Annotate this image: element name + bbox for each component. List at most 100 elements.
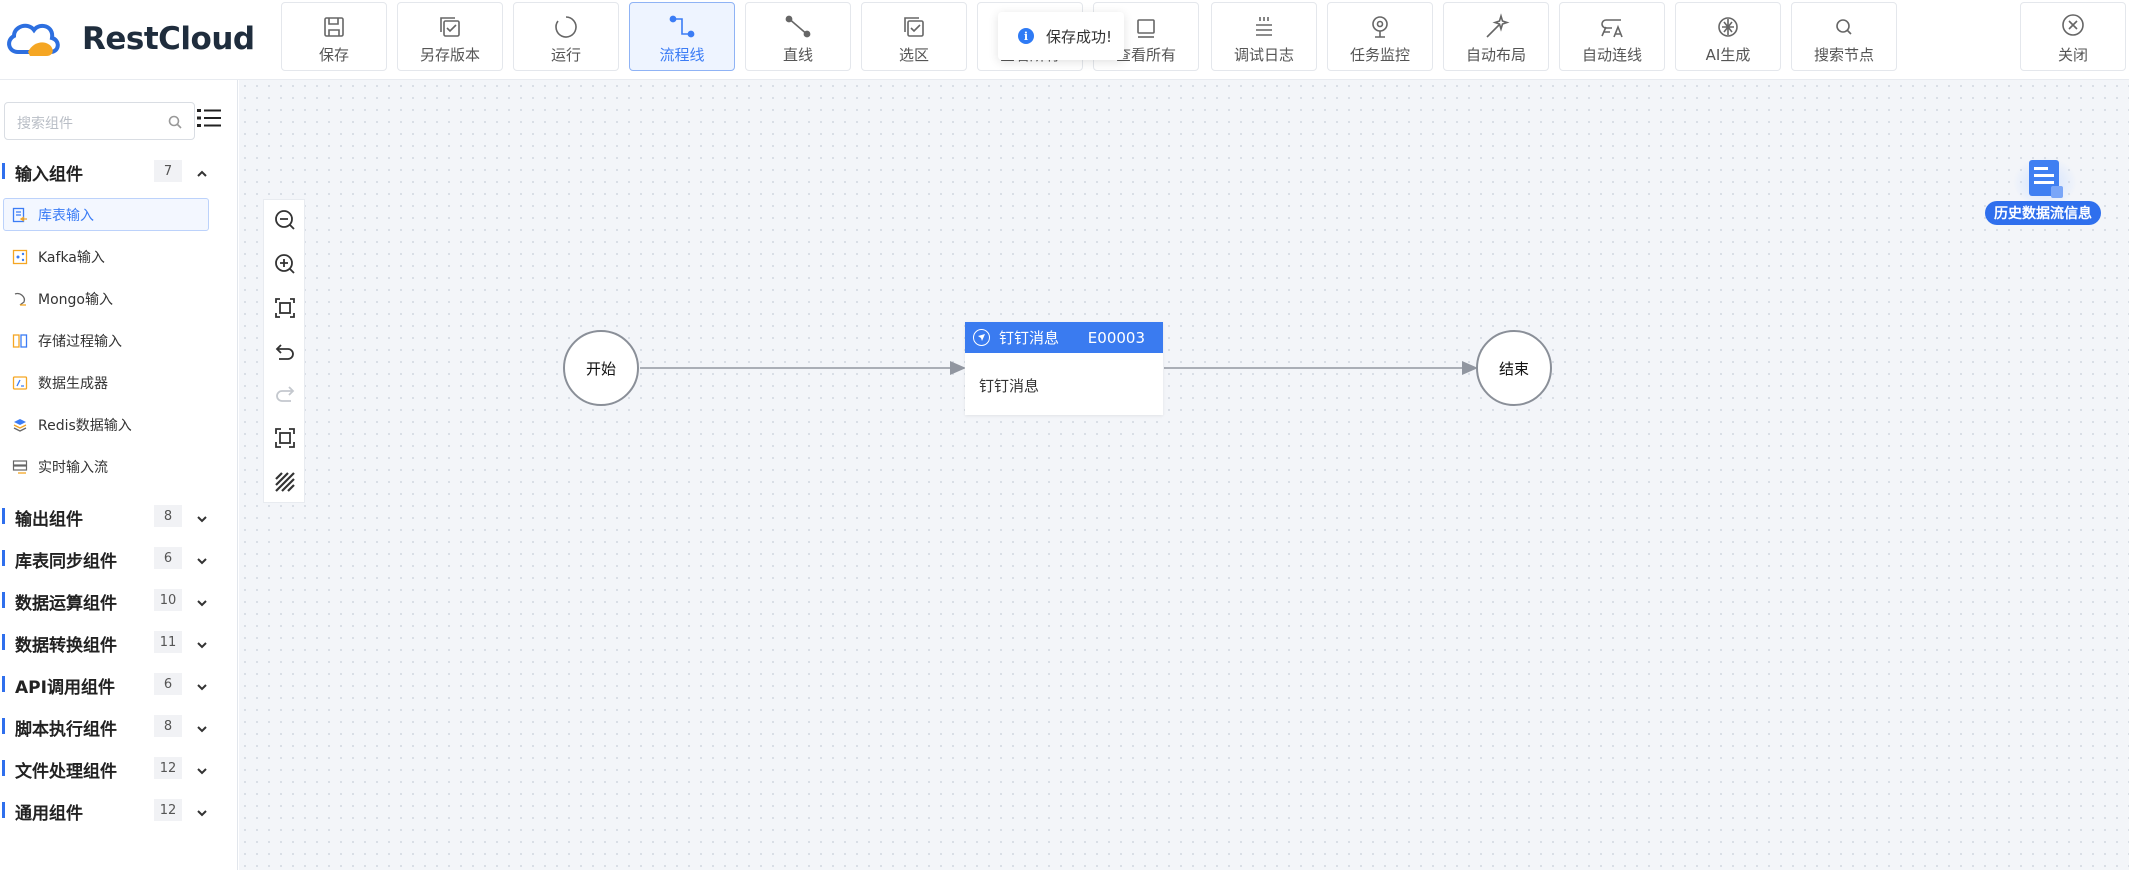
group-api-call-components[interactable]: API调用组件 6 bbox=[0, 668, 238, 700]
search-node-button[interactable]: 搜索节点 bbox=[1791, 2, 1897, 71]
chevron-down-icon bbox=[196, 552, 208, 565]
task-node-code: E00003 bbox=[1087, 329, 1145, 347]
task-node-header: 钉钉消息 E00003 bbox=[965, 322, 1163, 353]
history-dataflow-info[interactable]: 历史数据流信息 bbox=[1985, 148, 2110, 226]
group-name: 通用组件 bbox=[15, 804, 83, 824]
redis-icon bbox=[12, 417, 28, 433]
zoom-out-button[interactable] bbox=[271, 206, 299, 234]
chevron-down-icon bbox=[196, 510, 208, 523]
group-count: 8 bbox=[154, 505, 182, 527]
zoom-in-button[interactable] bbox=[271, 250, 299, 278]
task-node-dingtalk[interactable]: 钉钉消息 E00003 钉钉消息 bbox=[965, 322, 1163, 415]
straight-line-button[interactable]: 直线 bbox=[745, 2, 851, 71]
grid-pattern-icon bbox=[275, 472, 295, 492]
component-sidebar: 搜索组件 输入组件 7 库表输入 Kafka输入 Mongo输入 存储过程输入 … bbox=[0, 80, 238, 870]
straight-line-icon bbox=[785, 15, 811, 38]
component-mongo-input[interactable]: Mongo输入 bbox=[3, 282, 209, 315]
info-icon: i bbox=[1018, 28, 1034, 44]
group-name: 库表同步组件 bbox=[15, 552, 117, 572]
auto-layout-button[interactable]: 自动布局 bbox=[1443, 2, 1549, 71]
group-data-compute-components[interactable]: 数据运算组件 10 bbox=[0, 584, 238, 616]
end-node-label: 结束 bbox=[1498, 359, 1529, 378]
save-button[interactable]: 保存 bbox=[281, 2, 387, 71]
flow-line-icon bbox=[669, 15, 695, 38]
grid-toggle-button[interactable] bbox=[271, 468, 299, 496]
select-area-button[interactable]: 选区 bbox=[861, 2, 967, 71]
group-output-components[interactable]: 输出组件 8 bbox=[0, 500, 238, 532]
chevron-down-icon bbox=[196, 678, 208, 691]
toast-message: 保存成功! bbox=[1046, 27, 1113, 46]
flow-line-button[interactable]: 流程线 bbox=[629, 2, 735, 71]
task-monitor-icon bbox=[1372, 16, 1388, 38]
task-node-title: 钉钉消息 bbox=[999, 329, 1060, 347]
group-input-components[interactable]: 输入组件 7 bbox=[0, 155, 238, 187]
component-search-input[interactable]: 搜索组件 bbox=[4, 102, 195, 140]
group-name: 数据转换组件 bbox=[15, 636, 117, 656]
search-icon bbox=[168, 115, 182, 129]
run-button[interactable]: 运行 bbox=[513, 2, 619, 71]
history-dataflow-label: 历史数据流信息 bbox=[1985, 201, 2101, 225]
zoom-in-icon bbox=[275, 254, 295, 274]
group-name: 输入组件 bbox=[15, 165, 83, 185]
group-count: 7 bbox=[154, 160, 182, 182]
save-version-button[interactable]: 另存版本 bbox=[397, 2, 503, 71]
group-table-sync-components[interactable]: 库表同步组件 6 bbox=[0, 542, 238, 574]
flow-canvas[interactable] bbox=[239, 80, 2129, 870]
group-data-transform-components[interactable]: 数据转换组件 11 bbox=[0, 626, 238, 658]
group-count: 6 bbox=[154, 547, 182, 569]
group-count: 8 bbox=[154, 715, 182, 737]
mongo-icon bbox=[12, 291, 28, 307]
history-document-icon bbox=[2013, 154, 2077, 206]
group-count: 11 bbox=[154, 631, 182, 653]
chevron-down-icon bbox=[196, 762, 208, 775]
kafka-icon bbox=[12, 249, 28, 265]
component-table-input[interactable]: 库表输入 bbox=[3, 198, 209, 231]
task-node-body: 钉钉消息 bbox=[979, 377, 1040, 395]
component-realtime-input-stream[interactable]: 实时输入流 bbox=[3, 450, 209, 483]
search-node-icon bbox=[1836, 19, 1852, 35]
redo-button[interactable] bbox=[271, 380, 299, 408]
list-icon bbox=[197, 109, 221, 127]
zoom-out-icon bbox=[275, 210, 295, 230]
group-file-process-components[interactable]: 文件处理组件 12 bbox=[0, 752, 238, 784]
group-count: 12 bbox=[154, 799, 182, 821]
chevron-down-icon bbox=[196, 636, 208, 649]
component-stored-procedure-input[interactable]: 存储过程输入 bbox=[3, 324, 209, 357]
component-redis-input[interactable]: Redis数据输入 bbox=[3, 408, 209, 441]
end-node[interactable]: 结束 bbox=[1476, 330, 1552, 406]
fit-view-icon bbox=[275, 298, 295, 318]
group-name: 数据运算组件 bbox=[15, 594, 117, 614]
save-success-toast: i 保存成功! bbox=[998, 12, 1124, 60]
group-general-components[interactable]: 通用组件 12 bbox=[0, 794, 238, 826]
debug-log-button[interactable]: 调试日志 bbox=[1211, 2, 1317, 71]
component-data-generator[interactable]: 数据生成器 bbox=[3, 366, 209, 399]
group-name: 脚本执行组件 bbox=[15, 720, 117, 740]
close-button[interactable]: 关闭 bbox=[2020, 2, 2126, 71]
ai-generate-button[interactable]: AI生成 bbox=[1675, 2, 1781, 71]
group-count: 10 bbox=[154, 589, 182, 611]
undo-icon bbox=[275, 344, 294, 360]
auto-connect-button[interactable]: 自动连线 bbox=[1559, 2, 1665, 71]
save-version-icon bbox=[440, 17, 460, 37]
close-icon bbox=[2062, 14, 2084, 36]
task-node-icon bbox=[973, 329, 990, 346]
group-count: 6 bbox=[154, 673, 182, 695]
data-generator-icon bbox=[12, 375, 28, 391]
start-node[interactable]: 开始 bbox=[563, 330, 639, 406]
fullscreen-button[interactable] bbox=[271, 424, 299, 452]
task-monitor-button[interactable]: 任务监控 bbox=[1327, 2, 1433, 71]
undo-button[interactable] bbox=[271, 338, 299, 366]
search-placeholder: 搜索组件 bbox=[17, 116, 73, 132]
select-area-icon bbox=[904, 17, 924, 37]
list-view-toggle[interactable] bbox=[196, 106, 222, 130]
chevron-down-icon bbox=[196, 594, 208, 607]
realtime-stream-icon bbox=[12, 459, 28, 475]
group-script-exec-components[interactable]: 脚本执行组件 8 bbox=[0, 710, 238, 742]
fullscreen-icon bbox=[275, 428, 295, 448]
fit-view-button[interactable] bbox=[271, 294, 299, 322]
component-kafka-input[interactable]: Kafka输入 bbox=[3, 240, 209, 273]
stored-procedure-icon bbox=[12, 333, 28, 349]
group-count: 12 bbox=[154, 757, 182, 779]
chevron-down-icon bbox=[196, 804, 208, 817]
ai-generate-icon bbox=[1718, 17, 1738, 37]
